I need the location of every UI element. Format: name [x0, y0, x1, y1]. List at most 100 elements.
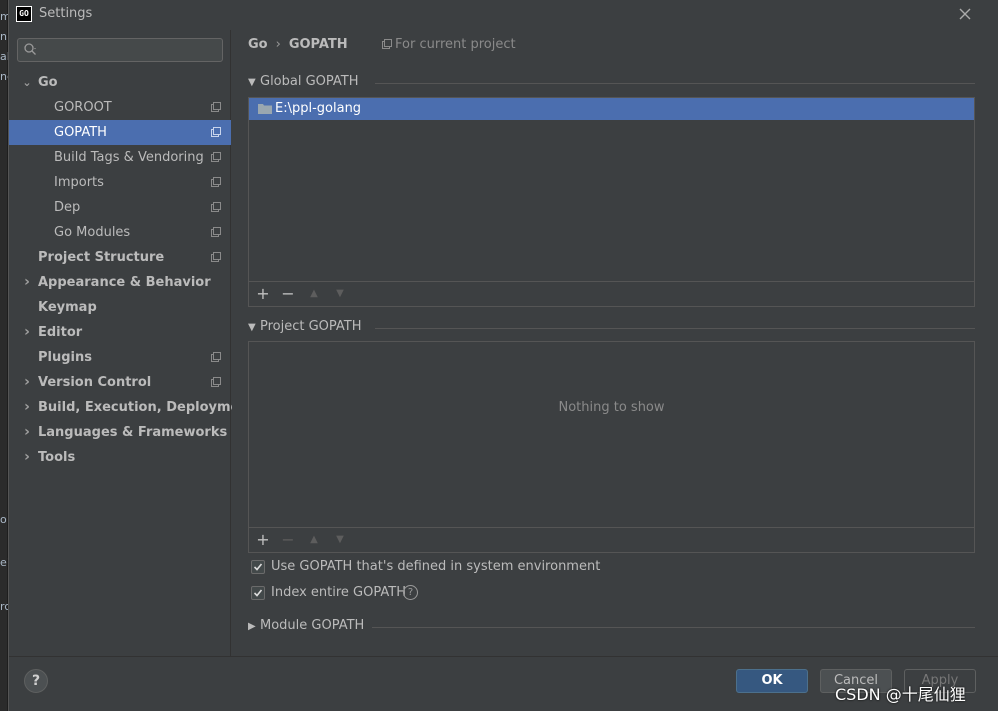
question-mark-icon[interactable]: ? [403, 585, 418, 600]
sidebar-item-label: Go [38, 75, 58, 90]
index-entire-gopath-label: Index entire GOPATH [271, 585, 406, 600]
global-gopath-list[interactable]: E:\ppl-golang + − ▲ ▼ [248, 97, 975, 307]
sidebar-item-label: Appearance & Behavior [38, 275, 211, 290]
background-ide-strip: m n al ne o e1 rc [0, 0, 14, 711]
chevron-right-icon[interactable]: › [21, 370, 33, 395]
sidebar-item-appearance-behavior[interactable]: › Appearance & Behavior [9, 270, 231, 295]
goland-app-icon: GO [16, 6, 32, 22]
sidebar-item-label: Keymap [38, 300, 97, 315]
close-button[interactable] [955, 4, 975, 24]
breadcrumb-parent[interactable]: Go [248, 37, 268, 52]
sidebar-item-go-modules[interactable]: Go Modules [9, 220, 231, 245]
project-gopath-toolbar: + − ▲ ▼ [249, 527, 974, 552]
sidebar-item-gopath[interactable]: GOPATH [9, 120, 231, 145]
remove-project-gopath-button[interactable]: − [278, 531, 298, 549]
search-icon [24, 43, 36, 55]
sidebar-item-plugins[interactable]: Plugins [9, 345, 231, 370]
sidebar-item-build-tags-vendoring[interactable]: Build Tags & Vendoring [9, 145, 231, 170]
use-system-gopath-label: Use GOPATH that's defined in system envi… [271, 559, 601, 574]
sidebar-item-label: GOPATH [54, 125, 107, 140]
csdn-watermark: CSDN @十尾仙狸 [835, 685, 966, 704]
sidebar-item-version-control[interactable]: › Version Control [9, 370, 231, 395]
folder-icon [258, 104, 272, 114]
chevron-right-icon[interactable]: › [21, 445, 33, 470]
sidebar-item-label: Build Tags & Vendoring [54, 150, 204, 165]
sidebar-item-imports[interactable]: Imports [9, 170, 231, 195]
background-fragment: o [0, 513, 7, 526]
sidebar-item-go[interactable]: ⌄ Go [9, 70, 231, 95]
project-scope-icon [211, 177, 221, 187]
project-gopath-title: Project GOPATH [260, 319, 362, 334]
sidebar-item-editor[interactable]: › Editor [9, 320, 231, 345]
project-scope-icon [211, 202, 221, 212]
background-fragment: n [0, 30, 7, 43]
move-up-button[interactable]: ▲ [304, 285, 324, 303]
use-system-gopath-checkbox[interactable] [251, 560, 265, 574]
project-gopath-section-toggle[interactable]: ▼ Project GOPATH [248, 319, 362, 334]
expanded-triangle-icon: ▼ [248, 77, 256, 88]
settings-content-panel: Go › GOPATH For current project ▼ Global GO… [232, 30, 998, 656]
sidebar-item-label: Tools [38, 450, 76, 465]
project-scope-icon [211, 102, 221, 112]
sidebar-item-label: Languages & Frameworks [38, 425, 228, 440]
sidebar-item-keymap[interactable]: Keymap [9, 295, 231, 320]
move-down-button[interactable]: ▼ [330, 285, 350, 303]
sidebar-item-label: Project Structure [38, 250, 165, 265]
project-scope-icon [211, 377, 221, 387]
sidebar-item-project-structure[interactable]: Project Structure [9, 245, 231, 270]
sidebar-item-build-execution-deployment[interactable]: › Build, Execution, Deployment [9, 395, 255, 420]
chevron-right-icon[interactable]: › [21, 395, 33, 420]
project-scope-icon [211, 352, 221, 362]
index-entire-gopath-checkbox[interactable] [251, 586, 265, 600]
sidebar-item-dep[interactable]: Dep [9, 195, 231, 220]
project-scope-icon [211, 252, 221, 262]
help-button[interactable]: ? [24, 669, 48, 693]
chevron-down-icon[interactable]: ⌄ [21, 70, 33, 95]
chevron-right-icon[interactable]: › [21, 270, 33, 295]
sidebar-item-label: Build, Execution, Deployment [38, 400, 255, 415]
section-divider [375, 83, 975, 84]
project-scope-icon [211, 152, 221, 162]
window-title: Settings [39, 6, 93, 21]
scope-note: For current project [382, 37, 516, 52]
gopath-entry[interactable]: E:\ppl-golang [249, 98, 974, 120]
section-divider [372, 627, 975, 628]
sidebar-item-label: Plugins [38, 350, 92, 365]
project-scope-icon [382, 39, 392, 49]
sidebar-item-label: GOROOT [54, 100, 112, 115]
settings-tree: ⌄ Go GOROOT GOPATH Build Tags & Vendoring Imp… [9, 70, 255, 470]
sidebar-item-languages-frameworks[interactable]: › Languages & Frameworks [9, 420, 231, 445]
ok-button[interactable]: OK [736, 669, 808, 693]
global-gopath-section-toggle[interactable]: ▼ Global GOPATH [248, 74, 359, 89]
breadcrumb-separator-icon: › [275, 37, 281, 52]
sidebar-item-label: Dep [54, 200, 81, 215]
sidebar-item-goroot[interactable]: GOROOT [9, 95, 231, 120]
project-scope-icon [211, 127, 221, 137]
global-gopath-title: Global GOPATH [260, 74, 359, 89]
sidebar-item-tools[interactable]: › Tools [9, 445, 231, 470]
settings-dialog: GO Settings ⌄ Go GOROOT GOPATH Build Tags & … [8, 0, 998, 711]
scope-note-text: For current project [395, 37, 516, 52]
settings-search-input[interactable] [17, 38, 223, 62]
sidebar-item-label: Version Control [38, 375, 152, 390]
project-gopath-list[interactable]: Nothing to show + − ▲ ▼ [248, 341, 975, 553]
remove-gopath-button[interactable]: − [278, 285, 298, 303]
checkmark-icon [253, 563, 263, 571]
module-gopath-title: Module GOPATH [260, 618, 365, 633]
chevron-right-icon[interactable]: › [21, 320, 33, 345]
module-gopath-section-toggle[interactable]: ▶ Module GOPATH [248, 618, 364, 633]
chevron-right-icon[interactable]: › [21, 420, 33, 445]
add-project-gopath-button[interactable]: + [253, 531, 273, 549]
sidebar-item-label: Imports [54, 175, 104, 190]
empty-list-text: Nothing to show [558, 400, 665, 415]
gopath-entry-path: E:\ppl-golang [275, 101, 362, 116]
sidebar-item-label: Editor [38, 325, 83, 340]
collapsed-triangle-icon: ▶ [248, 621, 256, 632]
global-gopath-toolbar: + − ▲ ▼ [249, 281, 974, 306]
move-down-button[interactable]: ▼ [330, 531, 350, 549]
title-bar: GO Settings [9, 0, 998, 30]
breadcrumb-current: GOPATH [288, 37, 348, 52]
add-gopath-button[interactable]: + [253, 285, 273, 303]
close-icon [959, 8, 971, 20]
move-up-button[interactable]: ▲ [304, 531, 324, 549]
